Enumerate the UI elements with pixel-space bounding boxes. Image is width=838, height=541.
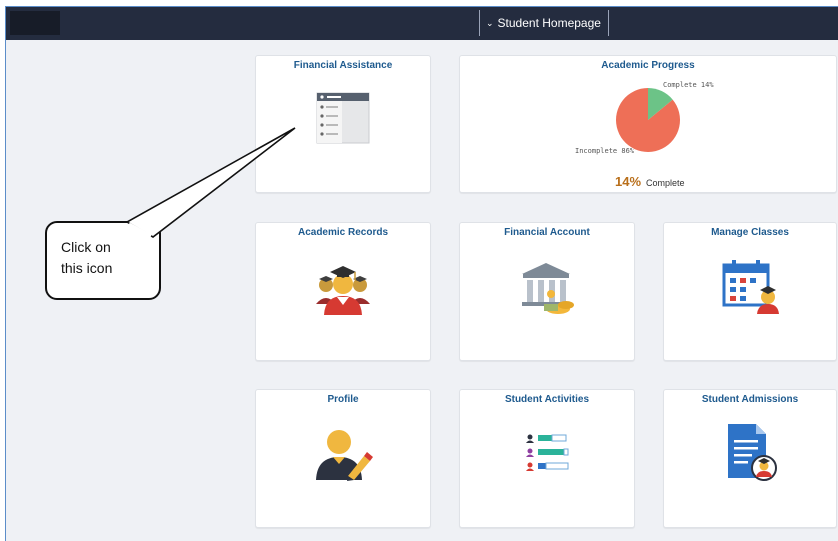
callout-line-1: Click on bbox=[61, 239, 111, 255]
tile-profile[interactable]: Profile bbox=[255, 389, 431, 528]
chevron-down-icon: ⌄ bbox=[486, 18, 494, 28]
graduates-icon bbox=[316, 266, 370, 315]
tile-academic-records[interactable]: Academic Records bbox=[255, 222, 431, 361]
app-frame: ⌄ Student Homepage Financial Assistance … bbox=[5, 6, 838, 541]
tile-title: Manage Classes bbox=[711, 227, 789, 238]
tile-title: Student Admissions bbox=[701, 394, 799, 405]
tile-financial-account[interactable]: Financial Account bbox=[459, 222, 635, 361]
tile-title: Profile bbox=[327, 394, 359, 405]
admissions-document-icon bbox=[728, 424, 777, 481]
tile-manage-classes[interactable]: Manage Classes bbox=[663, 222, 837, 361]
callout-text: Click on this icon bbox=[61, 237, 112, 279]
tile-title: Financial Assistance bbox=[293, 60, 393, 71]
progress-text: Complete bbox=[646, 178, 685, 188]
activities-list-icon bbox=[526, 434, 569, 471]
instruction-callout: Click on this icon bbox=[45, 221, 161, 300]
tile-financial-assistance[interactable]: Financial Assistance bbox=[255, 55, 431, 193]
tile-title: Financial Account bbox=[504, 227, 590, 238]
tile-title: Academic Records bbox=[297, 227, 389, 238]
calendar-icon bbox=[722, 260, 779, 314]
financial-assistance-icon[interactable] bbox=[316, 92, 370, 144]
progress-percent: 14% bbox=[615, 174, 642, 189]
tile-title: Student Activities bbox=[504, 394, 590, 405]
tile-academic-progress[interactable]: Academic Progress Complete 14% Incomplet… bbox=[459, 55, 837, 193]
progress-summary: 14% Complete bbox=[615, 174, 685, 189]
tile-student-activities[interactable]: Student Activities bbox=[459, 389, 635, 528]
pie-label-complete: Complete 14% bbox=[663, 81, 714, 89]
top-bar: ⌄ Student Homepage bbox=[6, 7, 838, 40]
homepage-title: Student Homepage bbox=[497, 16, 601, 30]
pie-label-incomplete: Incomplete 86% bbox=[575, 147, 635, 155]
bank-icon bbox=[522, 263, 574, 314]
logo bbox=[10, 11, 60, 35]
profile-user-icon bbox=[316, 430, 373, 481]
callout-line-2: this icon bbox=[61, 260, 113, 276]
homepage-dropdown[interactable]: ⌄ Student Homepage bbox=[479, 10, 609, 36]
tile-title: Academic Progress bbox=[601, 60, 695, 71]
tile-student-admissions[interactable]: Student Admissions bbox=[663, 389, 837, 528]
